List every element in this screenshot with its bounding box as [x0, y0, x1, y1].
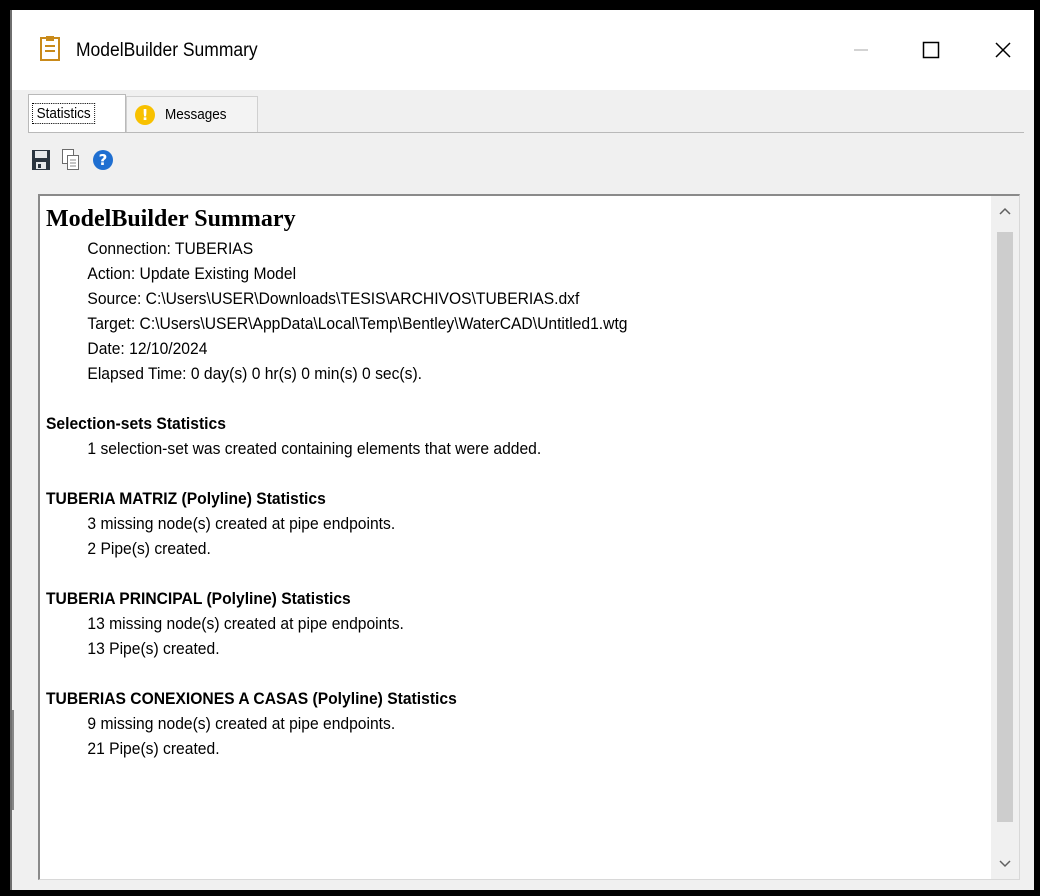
maximize-icon [922, 41, 940, 59]
help-button[interactable]: ? [90, 146, 116, 174]
tab-statistics[interactable]: Statistics [28, 94, 126, 132]
chevron-down-icon [999, 860, 1011, 868]
section-selection-sets: Selection-sets Statistics 1 selection-se… [46, 411, 986, 461]
title-bar[interactable]: ModelBuilder Summary [12, 10, 1034, 90]
section-line: 2 Pipe(s) created. [87, 539, 211, 558]
info-date: Date: 12/10/2024 [87, 339, 208, 358]
scroll-up-button[interactable] [991, 196, 1019, 226]
section-title: TUBERIA PRINCIPAL (Polyline) Statistics [46, 589, 351, 608]
info-elapsed-time: Elapsed Time: 0 day(s) 0 hr(s) 0 min(s) … [87, 364, 423, 383]
section-line: 1 selection-set was created containing e… [87, 439, 542, 458]
scroll-thumb[interactable] [997, 232, 1013, 822]
minimize-icon [854, 49, 868, 51]
section-tuberias-conexiones: TUBERIAS CONEXIONES A CASAS (Polyline) S… [46, 686, 986, 761]
chevron-up-icon [999, 207, 1011, 215]
close-icon [995, 42, 1011, 58]
section-line: 9 missing node(s) created at pipe endpoi… [87, 714, 396, 733]
window-edge [12, 710, 14, 810]
summary-report-pane[interactable]: ModelBuilder Summary Connection: TUBERIA… [38, 194, 1020, 880]
section-line: 13 Pipe(s) created. [87, 639, 220, 658]
help-icon: ? [93, 150, 113, 170]
minimize-button[interactable] [838, 30, 884, 70]
copy-button[interactable] [58, 146, 84, 174]
tab-strip: Statistics ! Messages [12, 90, 1034, 134]
section-title: TUBERIAS CONEXIONES A CASAS (Polyline) S… [46, 689, 457, 708]
section-line: 3 missing node(s) created at pipe endpoi… [87, 514, 396, 533]
info-target: Target: C:\Users\USER\AppData\Local\Temp… [87, 314, 628, 333]
section-line: 13 missing node(s) created at pipe endpo… [87, 614, 404, 633]
section-title: TUBERIA MATRIZ (Polyline) Statistics [46, 489, 326, 508]
info-source: Source: C:\Users\USER\Downloads\TESIS\AR… [87, 289, 580, 308]
copy-icon [62, 149, 79, 170]
tab-messages[interactable]: ! Messages [126, 96, 258, 132]
section-title: Selection-sets Statistics [46, 414, 226, 433]
report-info: Connection: TUBERIAS Action: Update Exis… [46, 236, 986, 386]
save-button[interactable] [28, 146, 54, 174]
modelbuilder-summary-window: ModelBuilder Summary Statistics ! Messag… [10, 10, 1034, 890]
report-heading: ModelBuilder Summary [46, 206, 296, 232]
summary-report-content: ModelBuilder Summary Connection: TUBERIA… [46, 204, 986, 761]
section-line: 21 Pipe(s) created. [87, 739, 220, 758]
scroll-down-button[interactable] [991, 849, 1019, 879]
tab-messages-label: Messages [165, 106, 227, 123]
tab-statistics-label: Statistics [32, 103, 96, 124]
close-button[interactable] [980, 30, 1026, 70]
clipboard-icon [40, 35, 60, 61]
maximize-button[interactable] [908, 30, 954, 70]
window-title: ModelBuilder Summary [76, 40, 258, 61]
vertical-scrollbar[interactable] [991, 196, 1019, 879]
warning-icon: ! [135, 104, 155, 125]
save-icon [32, 150, 50, 170]
info-connection: Connection: TUBERIAS [87, 239, 254, 258]
info-action: Action: Update Existing Model [87, 264, 297, 283]
section-tuberia-matriz: TUBERIA MATRIZ (Polyline) Statistics 3 m… [46, 486, 986, 561]
section-tuberia-principal: TUBERIA PRINCIPAL (Polyline) Statistics … [46, 586, 986, 661]
svg-text:?: ? [99, 151, 108, 169]
